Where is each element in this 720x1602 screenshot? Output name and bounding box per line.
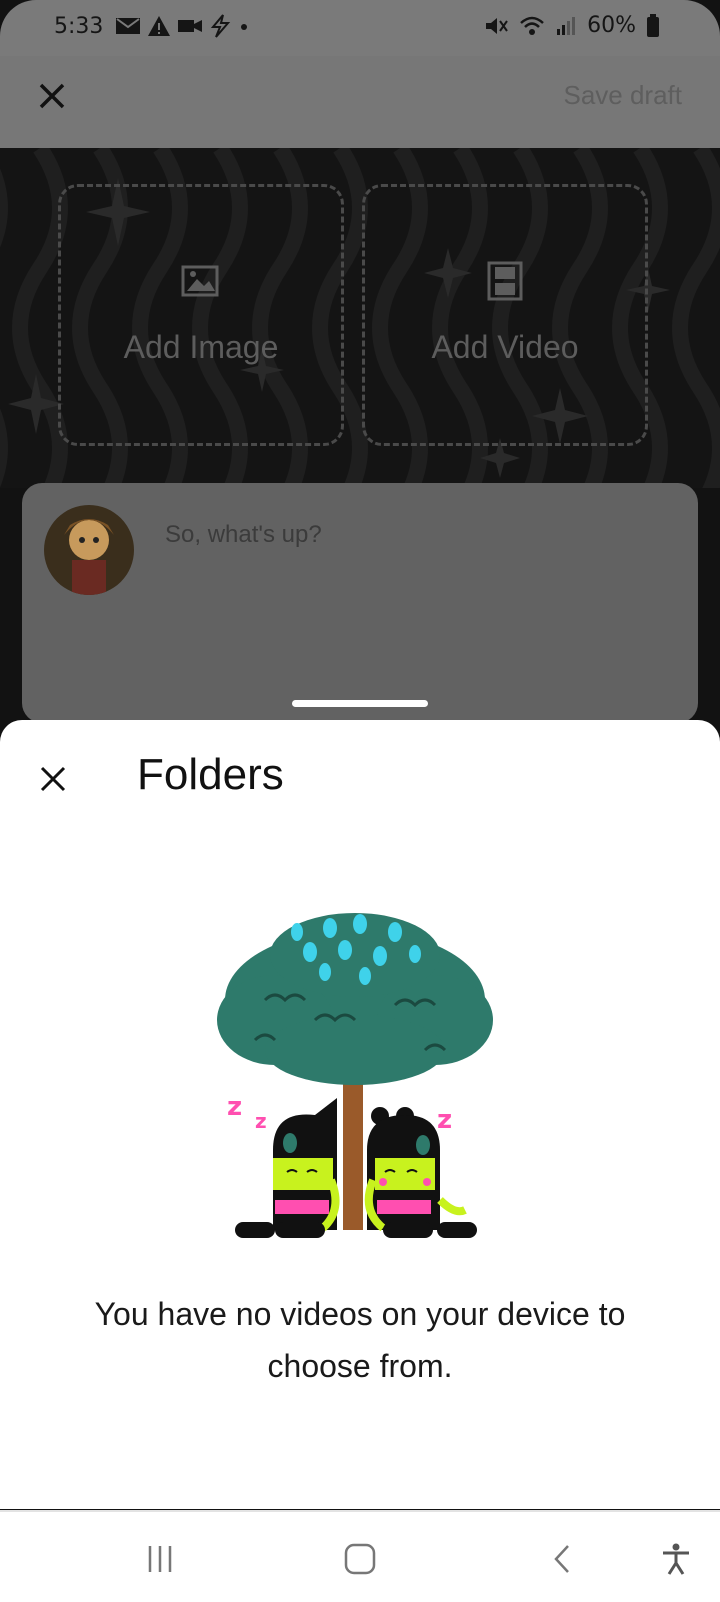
empty-state-message: You have no videos on your device to cho… bbox=[94, 1296, 626, 1384]
save-draft-button[interactable]: Save draft bbox=[563, 80, 682, 111]
svg-text:z: z bbox=[255, 1109, 267, 1133]
close-icon[interactable] bbox=[38, 764, 68, 794]
composer-top-bar: Save draft bbox=[0, 56, 720, 148]
avatar bbox=[44, 505, 134, 595]
recent-apps-icon[interactable] bbox=[142, 1542, 178, 1576]
vibrate-icon bbox=[486, 17, 508, 34]
back-icon[interactable] bbox=[546, 1542, 582, 1576]
image-icon bbox=[181, 265, 219, 297]
signal-icon bbox=[557, 16, 576, 35]
add-video-label: Add Video bbox=[431, 329, 579, 365]
wifi-icon bbox=[520, 16, 544, 35]
status-bar: 5:33 60% bbox=[0, 0, 720, 56]
accessibility-icon[interactable] bbox=[658, 1542, 694, 1576]
home-icon[interactable] bbox=[342, 1542, 378, 1576]
battery-percent: 60% bbox=[587, 13, 636, 38]
post-composer-card: So, what's up? bbox=[22, 483, 698, 723]
add-video-tile[interactable]: Add Video bbox=[362, 184, 648, 446]
status-right-icons: 60% bbox=[483, 13, 660, 38]
film-icon bbox=[487, 261, 523, 301]
system-nav-bar bbox=[0, 1510, 720, 1602]
svg-text:z: z bbox=[227, 1092, 242, 1122]
alert-icon bbox=[148, 16, 170, 36]
add-image-label: Add Image bbox=[123, 329, 279, 365]
mail-icon bbox=[116, 18, 140, 34]
post-text-input[interactable]: So, what's up? bbox=[165, 521, 322, 549]
folders-bottom-sheet: Folders z z z You have no videos on your… bbox=[0, 720, 720, 1509]
battery-icon bbox=[647, 13, 659, 37]
bolt-icon bbox=[210, 14, 231, 38]
sleeping-characters-illustration: z z z bbox=[217, 913, 493, 1238]
sheet-title: Folders bbox=[137, 750, 284, 799]
status-time: 5:33 bbox=[54, 14, 104, 39]
dot-icon bbox=[241, 24, 247, 30]
media-picker-area: Add Image Add Video bbox=[0, 148, 720, 488]
sheet-drag-handle[interactable] bbox=[292, 700, 428, 707]
close-icon[interactable] bbox=[36, 80, 68, 112]
svg-text:z: z bbox=[437, 1105, 452, 1135]
status-left-icons bbox=[115, 14, 251, 38]
add-image-tile[interactable]: Add Image bbox=[58, 184, 344, 446]
video-camera-icon bbox=[178, 20, 202, 32]
